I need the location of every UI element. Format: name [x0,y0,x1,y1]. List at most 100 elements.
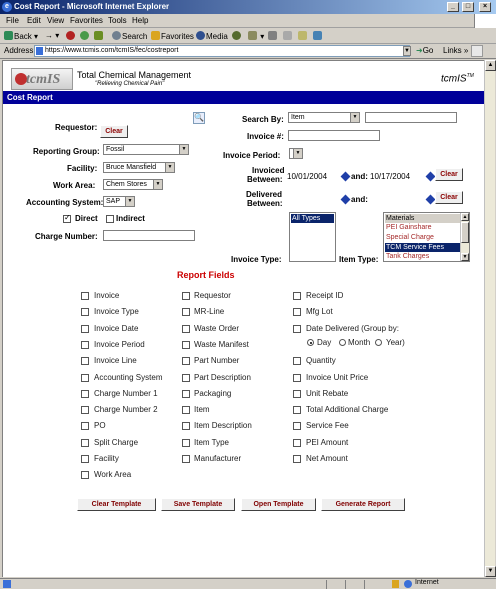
report-field-checkbox[interactable] [293,406,301,414]
stop-button[interactable] [66,31,76,41]
indirect-checkbox[interactable] [106,215,114,223]
report-field-checkbox[interactable] [81,325,89,333]
print-button[interactable] [268,31,278,41]
report-field-checkbox[interactable] [182,325,190,333]
report-field-checkbox[interactable] [182,357,190,365]
edit-button[interactable] [283,31,293,41]
list-item[interactable]: PEI Gainshare [385,223,460,232]
media-button[interactable]: Media [196,31,228,41]
report-field-checkbox[interactable] [182,292,190,300]
work-area-select[interactable]: Chem Stores ▼ [103,179,163,190]
report-field-checkbox[interactable] [81,471,89,479]
report-field-checkbox[interactable] [81,374,89,382]
home-button[interactable] [94,31,104,41]
requestor-clear-button[interactable]: Clear [100,125,128,138]
menu-favorites[interactable]: Favorites [70,16,103,25]
item-type-scrollbar[interactable]: ▲ ▼ [460,213,469,261]
discuss-button[interactable] [298,31,308,41]
invoiced-clear-button[interactable]: Clear [435,168,463,181]
calendar-icon[interactable] [425,171,436,182]
mail-button[interactable]: ▾ [248,31,264,41]
report-field-checkbox[interactable] [81,308,89,316]
address-dropdown-button[interactable]: ▼ [403,46,411,56]
search-by-select[interactable]: Item ▼ [288,112,360,123]
list-item[interactable]: Tank Charges [385,252,460,261]
report-field-checkbox[interactable] [81,406,89,414]
requestor-search-icon[interactable]: 🔍 [193,112,205,124]
norton-icon[interactable] [471,45,483,57]
group-by-month-radio[interactable] [339,339,346,346]
history-button[interactable] [232,31,242,41]
invoice-number-input[interactable] [288,130,380,141]
facility-select[interactable]: Bruce Mansfield ▼ [103,162,175,173]
report-field-checkbox[interactable] [182,455,190,463]
report-field-checkbox[interactable] [182,422,190,430]
generate-report-button[interactable]: Generate Report [321,498,405,511]
report-field-checkbox[interactable] [182,308,190,316]
report-field-checkbox[interactable] [81,455,89,463]
menu-tools[interactable]: Tools [108,16,127,25]
close-button[interactable]: × [479,2,491,12]
list-item[interactable]: Special Charge [385,233,460,242]
invoice-period-select[interactable]: ▼ [289,148,303,159]
report-field-checkbox[interactable] [182,390,190,398]
list-item[interactable]: Materials [385,214,460,223]
scroll-up-icon[interactable]: ▲ [485,60,496,71]
list-item[interactable]: TCM Service Fees [385,243,460,252]
report-field-checkbox[interactable] [293,308,301,316]
scroll-down-icon[interactable]: ▼ [461,253,469,261]
menu-help[interactable]: Help [132,16,148,25]
clear-template-button[interactable]: Clear Template [77,498,156,511]
report-field-checkbox[interactable] [81,357,89,365]
report-field-checkbox[interactable] [81,390,89,398]
page-scrollbar[interactable]: ▲ ▼ [484,60,496,577]
calendar-icon[interactable] [340,171,351,182]
report-field-checkbox[interactable] [81,292,89,300]
calendar-icon[interactable] [340,194,351,205]
go-button[interactable]: ➜Go [416,46,433,55]
favorites-button[interactable]: Favorites [151,31,194,41]
menu-edit[interactable]: Edit [27,16,41,25]
report-field-checkbox[interactable] [182,439,190,447]
group-by-year-radio[interactable] [375,339,382,346]
report-field-checkbox[interactable] [293,439,301,447]
minimize-button[interactable]: _ [447,2,459,12]
report-field-checkbox[interactable] [182,374,190,382]
report-field-checkbox[interactable] [81,439,89,447]
report-field-checkbox[interactable] [81,341,89,349]
maximize-button[interactable]: □ [462,2,474,12]
messenger-button[interactable] [313,31,323,41]
item-type-listbox[interactable]: Materials PEI Gainshare Special Charge T… [383,212,470,262]
search-button[interactable]: Search [112,31,147,41]
save-template-button[interactable]: Save Template [161,498,235,511]
report-field-checkbox[interactable] [293,422,301,430]
open-template-button[interactable]: Open Template [241,498,316,511]
charge-number-input[interactable] [103,230,195,241]
scroll-thumb[interactable] [461,222,469,243]
menu-file[interactable]: File [6,16,19,25]
direct-checkbox[interactable] [63,213,71,223]
list-item[interactable]: All Types [291,214,334,223]
accounting-system-select[interactable]: SAP ▼ [103,196,135,207]
scroll-up-icon[interactable]: ▲ [461,213,469,221]
address-input[interactable]: https://www.tcmis.com/tcmIS/fec/costrepo… [34,45,410,57]
reporting-group-select[interactable]: Fossil ▼ [103,144,189,155]
back-button[interactable]: Back ▾ [4,31,38,41]
links-button[interactable]: Links » [443,46,468,55]
calendar-icon[interactable] [425,194,436,205]
report-field-checkbox[interactable] [293,374,301,382]
report-field-checkbox[interactable] [81,422,89,430]
report-field-checkbox[interactable] [293,390,301,398]
menu-view[interactable]: View [47,16,64,25]
scroll-down-icon[interactable]: ▼ [485,566,496,577]
search-text-input[interactable] [365,112,457,123]
invoice-type-listbox[interactable]: All Types [289,212,336,262]
report-field-checkbox[interactable] [293,357,301,365]
report-field-checkbox[interactable] [293,292,301,300]
forward-button[interactable]: → ▾ [45,31,59,40]
group-by-day-radio[interactable] [307,339,314,346]
report-field-checkbox[interactable] [293,455,301,463]
refresh-button[interactable] [80,31,90,41]
delivered-clear-button[interactable]: Clear [435,191,463,204]
report-field-checkbox[interactable] [182,341,190,349]
